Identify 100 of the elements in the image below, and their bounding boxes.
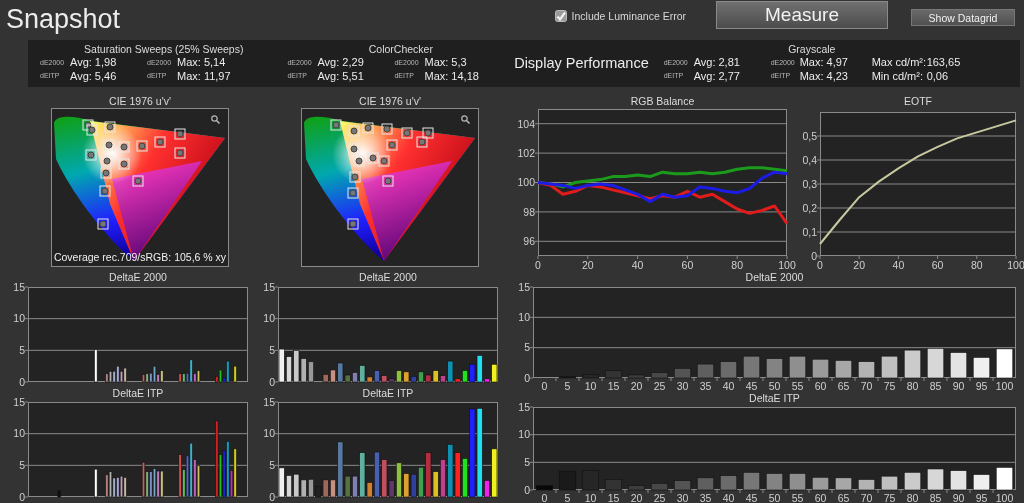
tick-label: 80 — [731, 259, 744, 271]
tick-label: 100 — [778, 259, 796, 271]
category-label: 100 — [995, 491, 1014, 503]
bar — [627, 374, 646, 379]
bar — [673, 480, 692, 491]
tick-label: 0 — [19, 375, 25, 388]
category-label: 85 — [929, 379, 942, 392]
bar — [949, 352, 968, 379]
tick-label: 10 — [518, 428, 530, 441]
category-label: 5 — [564, 379, 571, 392]
chart-title: RGB Balance — [629, 95, 696, 108]
tick-label: 0,4 — [802, 153, 817, 166]
tick-label: 15 — [13, 395, 25, 408]
stat-value: Max: 5,14 — [177, 56, 227, 69]
stat-value: Max: 5,3 — [424, 56, 468, 69]
tick-label: 15 — [518, 400, 530, 413]
stat-value: Max: 4,23 — [799, 69, 849, 82]
tick-label: 5 — [524, 456, 530, 469]
category-label: 30 — [676, 379, 689, 392]
bar — [788, 473, 807, 491]
bar — [880, 355, 899, 379]
stat-value: 0,06 — [926, 69, 950, 82]
bar — [604, 370, 623, 379]
tick-label: 100 — [517, 176, 535, 189]
category-label: 25 — [653, 491, 666, 503]
category-label: 75 — [883, 379, 896, 392]
bar — [995, 467, 1014, 491]
category-label: 40 — [722, 379, 735, 392]
chart-title: DeltaE ITP — [111, 387, 165, 400]
category-label: 80 — [906, 491, 919, 503]
category-label: 80 — [906, 379, 919, 392]
bar — [765, 358, 784, 379]
tick-label: 80 — [970, 259, 983, 271]
category-label: 65 — [837, 491, 850, 503]
tick-label: 5 — [19, 459, 25, 472]
bar — [834, 360, 853, 379]
category-label: 20 — [630, 491, 643, 503]
search-icon[interactable] — [461, 115, 470, 124]
tick-label: 0,3 — [802, 177, 817, 190]
bar — [857, 361, 876, 379]
category-label: 70 — [860, 379, 873, 392]
group-title: Saturation Sweeps (25% Sweeps) — [83, 42, 245, 55]
group-title: Grayscale — [787, 42, 837, 55]
tick-label: 20 — [581, 259, 594, 271]
chart-title: DeltaE 2000 — [358, 271, 418, 284]
tick-label: 5 — [19, 344, 25, 357]
bar — [834, 477, 853, 491]
category-label: 95 — [975, 491, 988, 503]
datagrid-button[interactable]: Show Datagrid — [911, 9, 1015, 26]
tick-label: 0 — [535, 259, 541, 271]
chart-title: EOTF — [903, 95, 933, 108]
category-label: 55 — [791, 491, 804, 503]
category-label: 5 — [564, 491, 571, 503]
coverage-label: Coverage rec.709/sRGB: 105,6 % xy — [52, 251, 228, 263]
stat-value: 163,65 — [926, 56, 962, 69]
tick-label: 0,1 — [802, 225, 817, 238]
tick-label: 5 — [269, 459, 275, 472]
category-label: 15 — [607, 491, 620, 503]
bar — [903, 472, 922, 491]
chart-title: DeltaE ITP — [748, 392, 801, 405]
bar — [903, 349, 922, 379]
category-label: 85 — [929, 491, 942, 503]
stat-value: Max: 4,97 — [799, 56, 849, 69]
tick-label: 5 — [524, 341, 530, 354]
measure-button[interactable]: Measure — [716, 1, 888, 29]
chart-title: CIE 1976 u'v' — [358, 95, 422, 108]
bar — [535, 485, 554, 491]
category-label: 50 — [768, 379, 781, 392]
tick-label: 15 — [518, 280, 530, 293]
bar — [926, 347, 945, 379]
stat-value: Avg: 2,77 — [693, 69, 741, 82]
search-icon[interactable] — [211, 115, 220, 124]
tick-label: 104 — [517, 117, 535, 130]
category-label: 90 — [952, 491, 965, 503]
category-label: 45 — [745, 379, 758, 392]
category-label: 0 — [541, 491, 548, 503]
category-label: 35 — [699, 379, 712, 392]
category-label: 20 — [630, 379, 643, 392]
stat-value: Avg: 5,46 — [70, 69, 118, 82]
bar — [696, 363, 715, 379]
category-label: 0 — [541, 379, 548, 392]
stat-value: Min cd/m²: — [871, 69, 924, 82]
page-title: Snapshot — [5, 3, 122, 34]
category-label: 30 — [676, 491, 689, 503]
group-title: ColorChecker — [367, 42, 434, 55]
tick-label: 10 — [263, 427, 275, 440]
tick-label: 10 — [13, 312, 25, 325]
category-label: 35 — [699, 491, 712, 503]
tick-label: 0 — [524, 483, 530, 496]
chart-title: CIE 1976 u'v' — [108, 95, 172, 108]
tick-label: 10 — [518, 311, 530, 324]
tick-label: 0 — [817, 259, 823, 271]
bar — [811, 358, 830, 379]
tick-label: 0 — [811, 249, 817, 262]
checkbox[interactable]: Include Luminance Error — [554, 10, 686, 22]
category-label: 75 — [883, 491, 896, 503]
bar — [581, 374, 600, 379]
bar — [94, 349, 98, 383]
chart-title: DeltaE 2000 — [108, 271, 168, 284]
category-label: 95 — [975, 379, 988, 392]
